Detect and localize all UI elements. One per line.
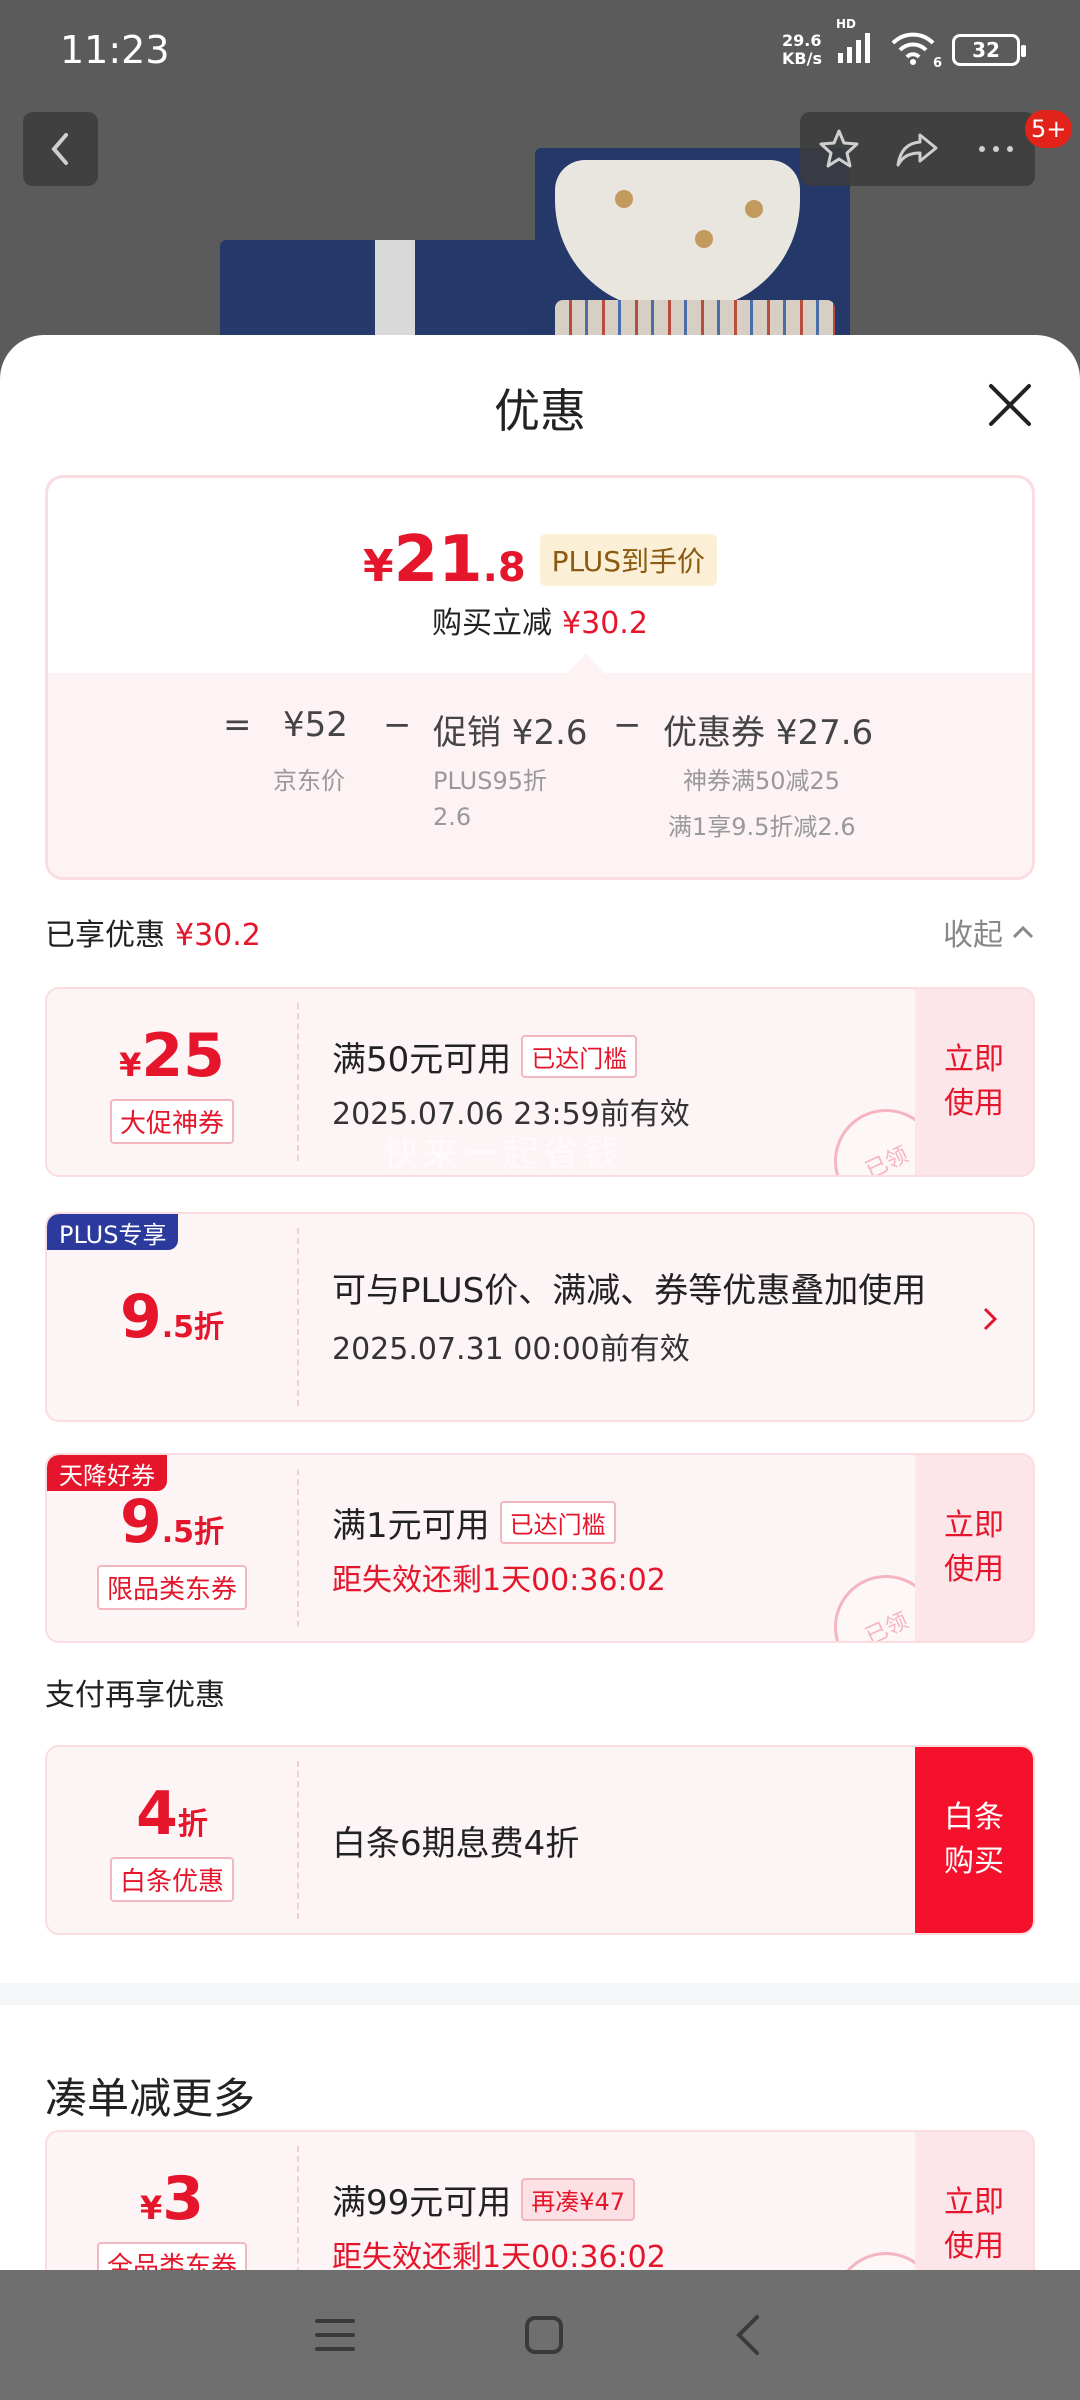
coupon-value: ¥3 — [139, 2163, 204, 2234]
coupon-condition: 满99元可用 — [332, 2182, 512, 2223]
coupon-card-tianjiang: 天降好券 9.5折 限品类东券 满1元可用 已达门槛 距失效还剩1天00:36:0… — [45, 1453, 1035, 1643]
back-icon[interactable] — [731, 2313, 767, 2357]
coupon-condition: 白条6期息费4折 — [332, 1823, 580, 1864]
coupon-detail-2: 满1享9.5折减2.6 — [668, 813, 856, 841]
baitiao-buy-button[interactable]: 白条 购买 — [915, 1747, 1033, 1933]
system-navigation-bar — [0, 2270, 1080, 2400]
jd-price-label: 京东价 — [273, 767, 345, 795]
coupon-condition: 满50元可用 — [332, 1039, 512, 1080]
promo-amount: 促销 ¥2.6 — [433, 713, 588, 753]
home-icon[interactable] — [522, 2313, 566, 2357]
network-speed: 29.6 KB/s — [782, 31, 822, 68]
price-summary-card: ¥ 21 .8 PLUS到手价 购买立减 ¥30.2 = ¥52 京东价 − 促销… — [45, 475, 1035, 880]
plus-price-tag: PLUS到手价 — [539, 534, 718, 586]
use-now-button[interactable]: 立即 使用 — [915, 1455, 1033, 1641]
coupon-countdown: 距失效还剩1天00:36:02 — [332, 1562, 666, 1598]
coupon-info: 满1元可用 已达门槛 距失效还剩1天00:36:02 — [332, 1455, 913, 1641]
coupon-detail-1: 神券满50减25 — [683, 767, 841, 795]
battery-indicator: 32 — [952, 34, 1026, 66]
formula-minus-1: − — [383, 705, 412, 745]
coupon-info: 满99元可用 再凑¥47 距失效还剩1天00:36:02 — [332, 2132, 913, 2270]
enjoyed-discount-label: 已享优惠 ¥30.2 — [45, 918, 261, 953]
coupon-value: 4折 — [136, 1778, 208, 1849]
threshold-reached-tag: 已达门槛 — [499, 1500, 616, 1544]
chevron-up-icon — [1012, 925, 1034, 939]
formula-equals: = — [223, 705, 252, 745]
add-more-tag: 再凑¥47 — [521, 2177, 636, 2221]
more-icon[interactable] — [974, 127, 1018, 171]
formula-minus-2: − — [613, 705, 642, 745]
promo-detail-1: PLUS95折 — [433, 767, 547, 795]
pay-discount-label: 支付再享优惠 — [45, 1678, 225, 1713]
coupon-type: 限品类东券 — [96, 1564, 247, 1610]
coupon-type: 全品类东券 — [96, 2241, 247, 2270]
jd-price: ¥52 — [283, 705, 348, 745]
coupon-info: 可与PLUS价、满减、券等优惠叠加使用 2025.07.31 00:00前有效 — [332, 1214, 943, 1420]
chevron-right-icon — [983, 1307, 998, 1331]
sheet-title: 优惠 — [494, 384, 586, 438]
collapse-toggle[interactable]: 收起 — [943, 910, 1035, 954]
message-count-badge: 5+ — [1025, 110, 1073, 148]
coupon-info: 白条6期息费4折 — [332, 1747, 913, 1933]
coupon-card-plus[interactable]: PLUS专享 9.5折 可与PLUS价、满减、券等优惠叠加使用 2025.07.… — [45, 1212, 1035, 1422]
price-formula: = ¥52 京东价 − 促销 ¥2.6 PLUS95折 2.6 − 优惠券 ¥2… — [48, 673, 1032, 877]
wifi-icon: 6 — [890, 31, 942, 71]
coupon-value-area: ¥25 大促神券 — [47, 989, 297, 1175]
section-divider — [0, 1983, 1080, 2005]
final-price: ¥ 21 .8 PLUS到手价 — [48, 523, 1032, 597]
coupon-type: 大促神券 — [109, 1098, 234, 1144]
coupon-value-area: 4折 白条优惠 — [47, 1747, 297, 1933]
coupon-card-baitiao: 4折 白条优惠 白条6期息费4折 白条 购买 — [45, 1745, 1035, 1935]
more-discount-title: 凑单减更多 — [45, 2074, 256, 2123]
coupon-type: 白条优惠 — [109, 1856, 234, 1902]
share-icon[interactable] — [894, 127, 940, 171]
coupon-value: 9.5折 — [119, 1282, 225, 1352]
coupon-value-area: ¥3 全品类东券 — [47, 2132, 297, 2270]
promo-detail-2: 2.6 — [433, 803, 472, 831]
coupon-card-quanpinlei: ¥3 全品类东券 满99元可用 再凑¥47 距失效还剩1天00:36:02 立即使… — [45, 2130, 1035, 2270]
use-now-button[interactable]: 立即 使用 — [915, 2132, 1033, 2270]
instant-reduction: 购买立减 ¥30.2 — [432, 606, 648, 641]
watermark-text: 快来一起省钱 — [383, 1134, 624, 1175]
coupon-validity: 2025.07.31 00:00前有效 — [332, 1332, 690, 1367]
coupon-value: 9.5折 — [119, 1486, 225, 1557]
coupon-condition: 可与PLUS价、满减、券等优惠叠加使用 — [332, 1271, 927, 1311]
status-time: 11:23 — [60, 28, 170, 72]
threshold-reached-tag: 已达门槛 — [521, 1034, 638, 1078]
coupon-value-area: 9.5折 — [47, 1214, 297, 1420]
star-icon[interactable] — [817, 127, 861, 171]
use-now-button[interactable]: 立即 使用 — [915, 989, 1033, 1175]
coupon-value-area: 9.5折 限品类东券 — [47, 1455, 297, 1641]
coupon-value: ¥25 — [119, 1020, 225, 1091]
chevron-left-icon — [50, 133, 68, 165]
close-icon[interactable] — [985, 380, 1035, 430]
top-action-group — [800, 112, 1035, 186]
back-button[interactable] — [23, 112, 98, 186]
coupon-condition: 满1元可用 — [332, 1505, 490, 1546]
discount-sheet: 优惠 ¥ 21 .8 PLUS到手价 购买立减 ¥30.2 = ¥52 京东价 −… — [0, 335, 1080, 2270]
signal-icon: HD — [836, 17, 874, 67]
coupon-countdown: 距失效还剩1天00:36:02 — [332, 2239, 666, 2271]
status-icons: 29.6 KB/s HD 6 32 — [782, 17, 1026, 71]
menu-icon[interactable] — [313, 2315, 357, 2355]
status-bar: 11:23 29.6 KB/s HD 6 32 — [0, 0, 1080, 100]
coupon-amount: 优惠券 ¥27.6 — [663, 713, 874, 753]
